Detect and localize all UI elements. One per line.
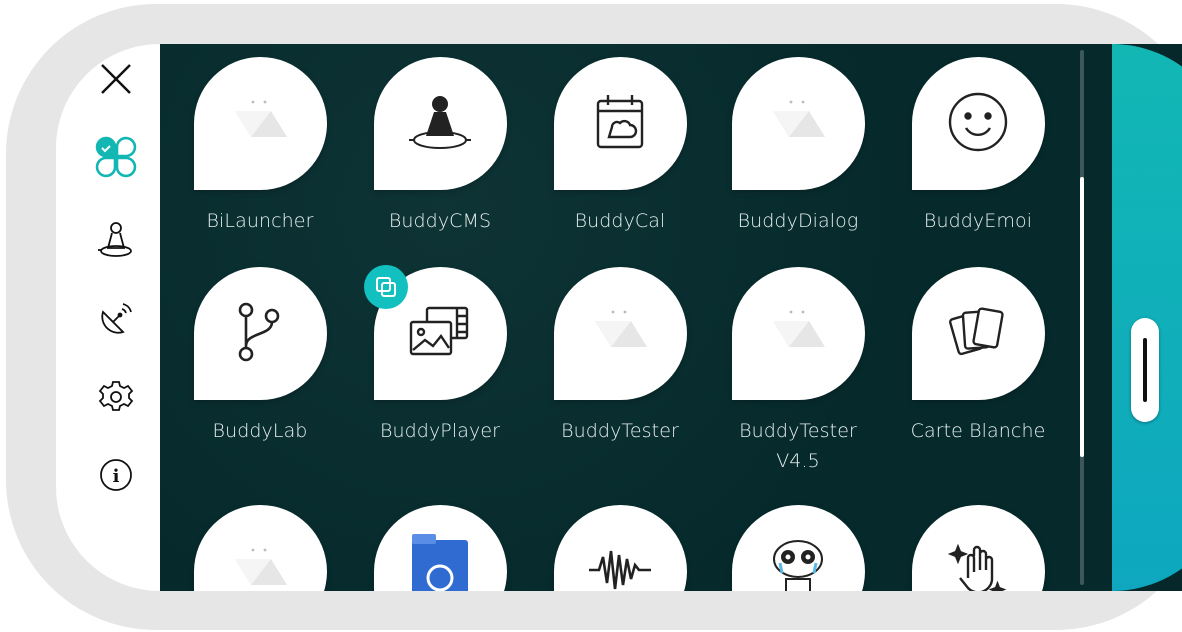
buddy-robot-icon[interactable] [93, 217, 139, 263]
info-icon[interactable]: i [93, 452, 139, 498]
app-label: BuddyTester V4.5 [718, 416, 878, 476]
app-bubble [553, 267, 687, 400]
app-tile-buddydialog[interactable]: BuddyDialog [718, 57, 878, 236]
folder-icon [408, 530, 472, 591]
branch-icon [232, 300, 288, 368]
app-bubble [193, 505, 327, 592]
app-label: BuddyPlayer [379, 420, 501, 442]
app-label: BuddyTester [561, 420, 679, 442]
app-tile-row3-1[interactable] [180, 505, 340, 591]
app-tile-buddycms[interactable]: BuddyCMS [360, 57, 520, 236]
app-label: BuddyCMS [388, 210, 492, 232]
app-bubble [373, 505, 507, 591]
waveform-icon [587, 545, 653, 592]
app-label-line1: BuddyTester [739, 420, 857, 442]
app-tile-bilauncher[interactable]: BiLauncher [180, 57, 340, 236]
close-icon[interactable] [93, 56, 139, 102]
buddy-robot-icon [408, 90, 472, 158]
app-tile-buddylab[interactable]: BuddyLab [180, 267, 340, 446]
app-tile-row3-2[interactable] [360, 505, 520, 591]
calendar-icon [592, 91, 648, 157]
app-tile-buddyemoi[interactable]: BuddyEmoi [898, 57, 1058, 236]
app-tile-carte-blanche[interactable]: Carte Blanche [898, 267, 1058, 446]
svg-text:i: i [113, 466, 120, 487]
app-grid: BiLauncher BuddyCMS BuddyCal BuddyDialog [160, 44, 1112, 591]
app-bubble [731, 57, 865, 190]
app-bubble [363, 265, 507, 400]
copy-icon [363, 265, 408, 309]
default-app-icon [225, 97, 295, 151]
media-gallery-icon [407, 304, 473, 364]
default-app-icon [763, 97, 833, 151]
app-label: BuddyLab [212, 420, 308, 442]
apps-clover-icon[interactable] [93, 134, 139, 180]
hand-sparkle-icon [946, 538, 1010, 591]
handle-bar [1143, 338, 1147, 402]
app-bubble [553, 57, 687, 190]
app-bubble [193, 57, 327, 190]
scrollbar-thumb[interactable] [1080, 177, 1084, 457]
app-bubble [553, 505, 687, 592]
app-bubble [731, 505, 865, 591]
robot-face-icon [766, 535, 830, 591]
app-bubble [731, 267, 865, 400]
default-app-icon [225, 545, 295, 592]
satellite-dish-icon[interactable] [93, 296, 139, 342]
app-tile-row3-4[interactable] [718, 505, 878, 591]
app-bubble [193, 267, 327, 400]
app-tile-buddytester-v45[interactable]: BuddyTester V4.5 [718, 267, 878, 476]
app-bubble [373, 57, 507, 190]
app-label: BuddyDialog [737, 210, 859, 232]
app-label-line2: V4.5 [776, 450, 820, 472]
cards-icon [946, 300, 1010, 368]
app-label: BiLauncher [206, 210, 314, 232]
smiley-icon [946, 90, 1010, 158]
app-tile-buddytester[interactable]: BuddyTester [540, 267, 700, 446]
app-label: BuddyCal [574, 210, 666, 232]
app-label: BuddyEmoi [923, 210, 1033, 232]
app-bubble [911, 267, 1045, 400]
gear-icon[interactable] [93, 374, 139, 420]
app-bubble [911, 57, 1045, 190]
side-panel-handle[interactable] [1131, 318, 1159, 422]
default-app-icon [763, 307, 833, 361]
sidebar: i [56, 44, 160, 591]
app-tile-buddyplayer[interactable]: BuddyPlayer [360, 265, 520, 446]
app-tile-row3-3[interactable] [540, 505, 700, 591]
default-app-icon [585, 307, 655, 361]
app-label: Carte Blanche [910, 420, 1046, 442]
app-tile-row3-5[interactable] [898, 505, 1058, 591]
app-bubble [911, 505, 1045, 591]
app-tile-buddycal[interactable]: BuddyCal [540, 57, 700, 236]
